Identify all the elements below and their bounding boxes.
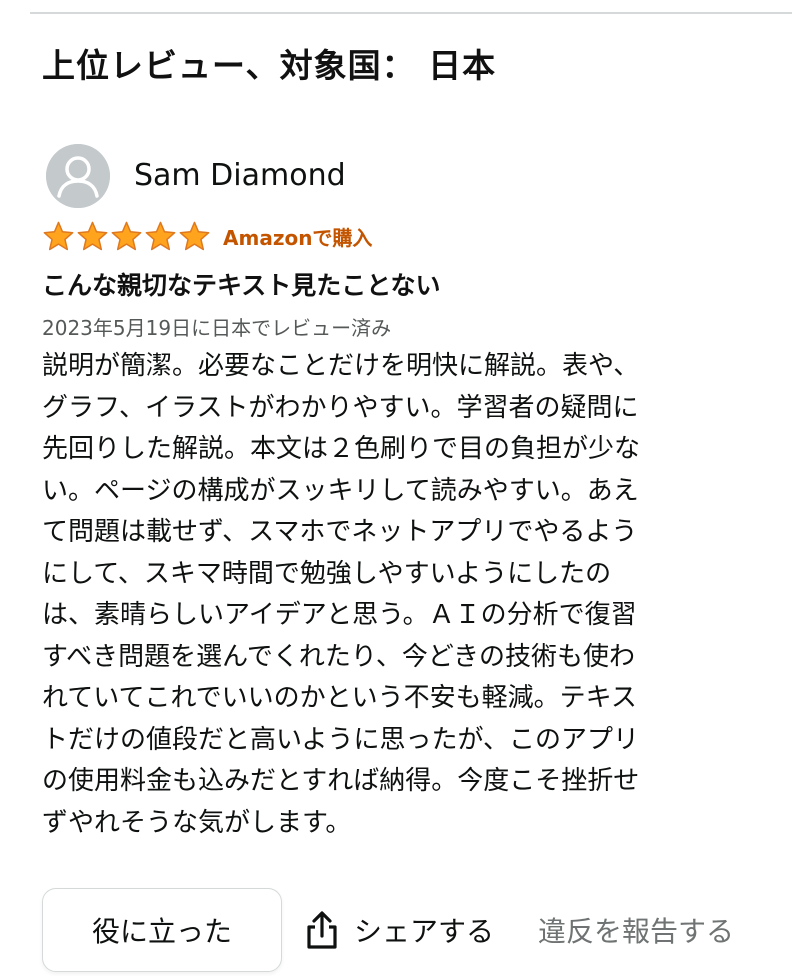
star-filled-icon [111, 221, 142, 251]
star-filled-icon [77, 221, 108, 251]
helpful-button[interactable]: 役に立った [42, 888, 282, 972]
default-user-icon [46, 144, 110, 208]
review-body-line: すべき問題を選んでくれたり、今どきの技術も使わ [42, 641, 636, 672]
top-divider [30, 12, 792, 14]
avatar [46, 144, 110, 208]
review-body-line: グラフ、イラストがわかりやすい。学習者の疑問に [42, 392, 639, 423]
review-body-line: 先回りした解説。本文は２色刷りで目の負担が少な [42, 434, 641, 464]
share-button[interactable]: シェアする [304, 910, 494, 950]
star-rating[interactable] [42, 220, 211, 252]
review-body-line: にして、スキマ時間で勉強しやすいようにしたの [42, 558, 612, 589]
review-body-line: て問題は載せず、スマホでネットアプリでやるよう [42, 517, 638, 547]
star-filled-icon [43, 221, 74, 251]
review-body-line: ずやれそうな気がします。 [42, 807, 352, 838]
star-filled-icon [145, 221, 176, 251]
reviewer-profile[interactable]: Sam Diamond [46, 144, 346, 208]
review-body-line: れていてこれでいいのかという不安も軽減。テキス [42, 683, 637, 713]
share-label: シェアする [354, 915, 495, 948]
reviewer-name: Sam Diamond [134, 158, 346, 193]
review-title[interactable]: こんな親切なテキスト見たことない [42, 268, 441, 304]
review-body-line: 説明が簡潔。必要なことだけを明快に解説。表や、 [42, 351, 640, 381]
verified-purchase-badge: Amazonで購入 [223, 225, 373, 250]
review-date: 2023年5月19日に日本でレビュー済み [42, 316, 392, 340]
review-body-line: い。ページの構成がスッキリして読みやすい。あえ [42, 475, 639, 506]
review-body: 説明が簡潔。必要なことだけを明快に解説。表や、 グラフ、イラストがわかりやすい。学… [42, 346, 782, 844]
rating-row: Amazonで購入 [42, 220, 372, 252]
report-abuse-link[interactable]: 違反を報告する [538, 910, 734, 950]
share-icon [307, 911, 337, 949]
review-body-line: は、素晴らしいアイデアと思う。ＡＩの分析で復習 [42, 600, 637, 630]
review-body-line: の使用料金も込みだとすれば納得。今度こそ挫折せ [42, 766, 640, 796]
review-actions: 役に立った シェアする 違反を報告する [42, 887, 787, 973]
review-body-line: トだけの値段だと高いように思ったが、このアプリ [42, 724, 639, 755]
section-title: 上位レビュー、対象国： 日本 [42, 46, 497, 85]
star-filled-icon [179, 221, 210, 251]
